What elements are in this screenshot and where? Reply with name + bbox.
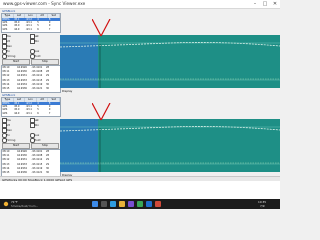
start-icon[interactable]	[92, 201, 98, 207]
explorer-icon[interactable]	[119, 201, 125, 207]
table-cell: GPS	[2, 111, 8, 115]
checkbox-label: Pos	[6, 117, 11, 122]
radio-label: Aux	[34, 48, 40, 53]
table-cell: 6	[37, 27, 39, 31]
minimize-button[interactable]: –	[250, 0, 260, 8]
radio-label: Hold	[34, 53, 41, 58]
clock-date: 7/9	[260, 203, 265, 208]
list-cell: 44.9936	[17, 86, 27, 90]
table-cell: 44.9	[14, 27, 20, 31]
table-row[interactable]: GPS 44.9 -93.1 6 7	[2, 28, 60, 31]
summary-table[interactable]: Type Lat Lon Alt Sat NMEA 45.1 -93.2 4 8 GPS 45.0 -9…	[1, 13, 61, 33]
checkbox-label: Min	[34, 38, 39, 43]
list-item[interactable]: 08:15 44.9936 -93.4121 30	[2, 171, 60, 175]
list-cell: 30	[46, 86, 50, 90]
close-button[interactable]: ✕	[270, 0, 280, 8]
list-cell: 44.9936	[17, 170, 27, 174]
panel-2: GPSBlock Type Lat Lon Alt Sat NMEA 45.1 -93.2 4 8 G…	[0, 93, 280, 188]
position-list[interactable]: 08:10 44.9926 -93.4101 28 08:11 44.9930 -93.41…	[1, 65, 61, 93]
table-cell: -93.1	[25, 27, 32, 31]
list-cell: 30	[46, 170, 50, 174]
radio-label: Fix	[6, 132, 10, 137]
radio-label: Aux	[34, 132, 40, 137]
table-cell: 7	[48, 27, 51, 31]
window-title: www.gps-viewer.com - Sync Viewer.exe	[3, 1, 86, 6]
edge-icon[interactable]	[110, 201, 116, 207]
table-cell: 44.9	[14, 111, 20, 115]
checkbox-label: Max	[6, 43, 12, 48]
list-cell: 08:15	[2, 170, 10, 174]
radio-label: Timing	[6, 137, 16, 142]
title-bar: www.gps-viewer.com - Sync Viewer.exe – □…	[0, 0, 280, 9]
search-icon[interactable]	[101, 201, 107, 207]
list-cell: 08:15	[2, 86, 10, 90]
signal-plot-svg	[60, 119, 280, 172]
panel-1: GPSBlock Type Lat Lon Alt Sat NMEA 45.1 -93.2 4 8 G…	[0, 9, 280, 104]
checkbox-label: Sat	[34, 117, 39, 122]
position-list[interactable]: 08:10 44.9926 -93.4101 28 08:11 44.9930 -93.41…	[1, 149, 61, 177]
table-row[interactable]: GPS 44.9 -93.1 6 7	[2, 112, 60, 115]
chrome-icon[interactable]	[137, 201, 143, 207]
list-cell: -93.4121	[31, 86, 43, 90]
table-cell: GPS	[2, 27, 8, 31]
maximize-button[interactable]: □	[260, 0, 270, 8]
table-cell: 6	[37, 111, 39, 115]
table-cell: 7	[48, 111, 51, 115]
desktop-area	[0, 181, 280, 199]
radio-label: Timing	[6, 53, 16, 58]
list-item[interactable]: 08:15 44.9936 -93.4121 30	[2, 87, 60, 91]
checkbox-label: Min	[34, 122, 39, 127]
checkbox-label: Pos	[6, 33, 11, 38]
mail-icon[interactable]	[146, 201, 152, 207]
checkbox-label: Alt	[6, 122, 10, 127]
checkbox-label: Sat	[34, 33, 39, 38]
app-icon[interactable]	[128, 201, 134, 207]
weather-icon	[3, 201, 9, 207]
summary-table[interactable]: Type Lat Lon Alt Sat NMEA 45.1 -93.2 4 8 GPS 45.0 -9…	[1, 97, 61, 117]
store-icon[interactable]	[155, 201, 161, 207]
weather-desc: Smoke/dust/ hum...	[11, 203, 39, 208]
list-cell: -93.4121	[31, 170, 43, 174]
table-cell: -93.1	[25, 111, 32, 115]
checkbox-label: Alt	[6, 38, 10, 43]
signal-plot[interactable]	[60, 35, 280, 88]
marker-icon[interactable]	[92, 19, 112, 39]
checkbox-label: Max	[6, 127, 12, 132]
radio-label: Fix	[6, 48, 10, 53]
signal-plot-svg	[60, 35, 280, 88]
marker-icon[interactable]	[92, 103, 112, 123]
radio-label: Hold	[34, 137, 41, 142]
signal-plot[interactable]	[60, 119, 280, 172]
